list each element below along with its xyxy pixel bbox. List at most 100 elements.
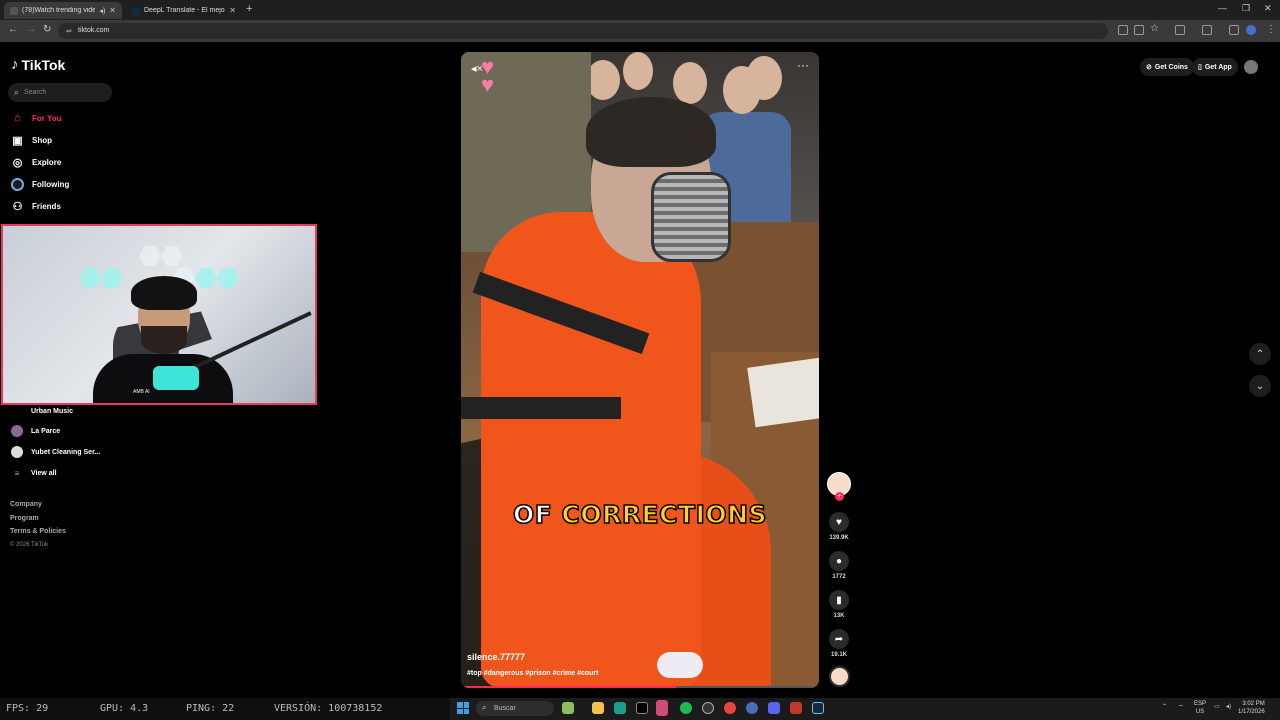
sidebar-item-shop[interactable]: ▣ Shop (11, 132, 52, 148)
following-account-item[interactable]: Yubet Cleaning Ser... (11, 446, 100, 458)
previous-video-button[interactable]: ⌃ (1249, 343, 1271, 365)
streamer-webcam: AMB AI (1, 224, 317, 405)
footer-link-company[interactable]: Company (10, 501, 42, 508)
bookmark-star-icon[interactable]: ☆ (1150, 23, 1159, 34)
video-progress-bar[interactable] (461, 686, 819, 688)
following-icon (11, 177, 24, 191)
back-icon[interactable]: ← (8, 24, 18, 35)
minimize-icon[interactable]: — (1218, 3, 1227, 13)
share-action[interactable]: ➦ 19.1K (826, 629, 852, 658)
mic-label: AMB AI (133, 389, 150, 395)
app-icon[interactable] (790, 702, 802, 714)
tab-deepl[interactable]: DeepL Translate - El mejor trad ✕ (126, 2, 242, 19)
footer-link-program[interactable]: Program (10, 515, 39, 522)
taskbar-clock[interactable]: 3:02 PM 1/17/2026 (1238, 700, 1265, 716)
tray-chevron-icon[interactable]: ⌃ (1162, 703, 1167, 710)
more-options-icon[interactable]: ··· (797, 58, 809, 72)
bookmark-icon[interactable]: ▮ (829, 590, 849, 610)
chrome-icon[interactable] (724, 702, 736, 714)
video-progress-fill (461, 686, 676, 688)
cast-icon[interactable] (1118, 25, 1128, 35)
search-icon: ⌕ (482, 703, 487, 712)
following-account-item[interactable]: Urban Music (11, 405, 73, 417)
friends-icon: ⚇ (12, 200, 23, 213)
edge-icon[interactable] (614, 702, 626, 714)
extensions-icon[interactable] (1175, 25, 1185, 35)
tiktok-logo[interactable]: ♪ TikTok (11, 56, 65, 73)
user-avatar[interactable] (1244, 60, 1258, 74)
restraint-mask (651, 172, 731, 262)
address-bar-row: ← → ↻ tiktok.com ⇌ ☆ ⋮ (0, 20, 1280, 42)
get-coins-button[interactable]: ⊘ Get Coins (1140, 58, 1194, 76)
tab-tiktok[interactable]: (78)Watch trending videos ◂) ✕ (4, 2, 122, 19)
maximize-icon[interactable]: ❐ (1242, 3, 1250, 14)
tiktok-note-icon: ♪ (11, 56, 19, 73)
settings-icon[interactable] (746, 702, 758, 714)
comment-icon[interactable]: ● (829, 551, 849, 571)
steam-icon[interactable] (812, 702, 824, 714)
spotify-icon[interactable] (680, 702, 692, 714)
sidebar-item-friends[interactable]: ⚇ Friends (11, 198, 61, 214)
close-tab-icon[interactable]: ✕ (109, 6, 116, 15)
caption-word: OF (512, 499, 553, 530)
comment-count: 1772 (832, 574, 846, 580)
next-video-button[interactable]: ⌄ (1249, 375, 1271, 397)
video-hashtags[interactable]: #top #dangerous #prison #crime #court (467, 670, 598, 677)
network-icon[interactable]: ⌔ (1178, 703, 1184, 711)
chevron-up-icon: ⌃ (1255, 348, 1265, 360)
close-window-icon[interactable]: ✕ (1264, 3, 1272, 14)
compass-icon: ◎ (12, 156, 23, 169)
comment-action[interactable]: ● 1772 (826, 551, 852, 580)
footer-link-terms[interactable]: Terms & Policies (10, 528, 66, 535)
video-author[interactable]: silence.77777 (467, 652, 525, 662)
music-disc-icon[interactable] (829, 666, 850, 687)
monitor-icon[interactable]: ▭ (1214, 703, 1220, 710)
get-app-button[interactable]: ▯ Get App (1192, 58, 1238, 76)
site-info-icon[interactable]: ⇌ (66, 27, 72, 35)
like-action[interactable]: ♥ 139.9K (826, 512, 852, 541)
tab-title: (78)Watch trending videos (22, 7, 96, 14)
language-indicator[interactable]: ESP US (1194, 700, 1206, 716)
downloads-icon[interactable] (1229, 25, 1239, 35)
follow-plus-icon[interactable]: + (835, 492, 844, 501)
widget-icon[interactable] (562, 702, 574, 714)
fps-readout: FPS: 29 (6, 703, 49, 714)
search-input[interactable]: ⌕ Search (8, 83, 112, 102)
translate-icon[interactable] (1134, 25, 1144, 35)
account-name: La Parce (31, 427, 61, 435)
menu-icon[interactable]: ⋮ (1266, 24, 1276, 35)
deepl-favicon-icon (132, 6, 140, 15)
new-tab-button[interactable]: + (246, 3, 252, 15)
get-app-label: Get App (1204, 63, 1232, 71)
forward-icon[interactable]: → (26, 24, 36, 35)
reload-icon[interactable]: ↻ (43, 24, 51, 35)
windows-start-icon[interactable] (457, 702, 469, 714)
file-explorer-icon[interactable] (592, 702, 604, 714)
view-all-link[interactable]: ≡ View all (11, 469, 57, 478)
sidepanel-icon[interactable] (1202, 25, 1212, 35)
obs-icon[interactable] (702, 702, 714, 714)
save-count: 13K (833, 613, 845, 619)
active-app-icon[interactable] (656, 700, 668, 716)
hearts-sticker-icon: ♥ ♥ (481, 54, 495, 97)
sidebar-item-for-you[interactable]: ⌂ For You (11, 110, 61, 126)
account-avatar (11, 425, 23, 437)
volume-icon[interactable]: ◂) (1226, 703, 1231, 710)
caption-word-highlight: CORRECTIONS (561, 499, 768, 530)
save-action[interactable]: ▮ 13K (826, 590, 852, 619)
video-player[interactable]: ◂× ♥ ♥ ··· OF CORRECTIONS silence.77777 #… (461, 52, 819, 688)
share-icon[interactable]: ➦ (829, 629, 849, 649)
tiktok-app-icon[interactable] (636, 702, 648, 714)
cloud-sticker-icon (657, 652, 703, 678)
taskbar-search[interactable]: Buscar (476, 701, 554, 716)
sidebar-item-following[interactable]: Following (11, 176, 69, 192)
version-readout: VERSIÓN: 100738152 (274, 703, 383, 714)
close-tab-icon[interactable]: ✕ (229, 6, 236, 15)
profile-avatar[interactable] (1246, 25, 1256, 35)
discord-icon[interactable] (768, 702, 780, 714)
heart-icon[interactable]: ♥ (829, 512, 849, 532)
url-field[interactable]: tiktok.com (58, 23, 1108, 39)
following-account-item[interactable]: La Parce (11, 425, 60, 437)
sidebar-item-explore[interactable]: ◎ Explore (11, 154, 62, 170)
account-name: Urban Music (31, 407, 74, 415)
